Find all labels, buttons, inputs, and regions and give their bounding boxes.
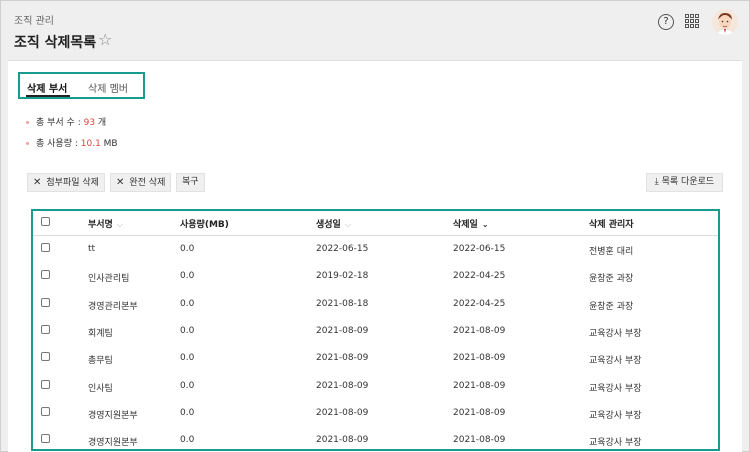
table-row[interactable]: 경영지원본부 0.0 2021-08-09 2021-08-09 교육강사 부장 — [33, 399, 718, 426]
row-checkbox[interactable] — [41, 352, 50, 362]
cell-deleted: 2022-06-15 — [453, 244, 506, 254]
select-all-checkbox[interactable] — [41, 217, 50, 226]
cell-usage: 0.0 — [180, 435, 195, 446]
column-header-deleted[interactable]: 삭제일 ⌄ — [453, 217, 489, 230]
cell-manager: 교육강사 부장 — [589, 438, 642, 449]
cell-deleted: 2021-08-09 — [453, 353, 506, 364]
usage-stat: 총 사용량 : 10.1 MB — [26, 136, 118, 149]
dept-count-stat: 총 부서 수 : 93 개 — [26, 115, 106, 128]
row-checkbox[interactable] — [41, 324, 50, 334]
page-header: 조직 관리 조직 삭제목록 ☆ ? — [1, 1, 749, 59]
cell-dept: 총무팀 — [88, 356, 113, 367]
cell-usage: 0.0 — [180, 353, 195, 364]
cell-usage: 0.0 — [180, 325, 195, 336]
cell-dept: 인사팀 — [88, 383, 113, 394]
column-header-usage[interactable]: 사용량(MB) — [180, 217, 229, 230]
cell-deleted: 2021-08-09 — [453, 325, 506, 336]
row-checkbox[interactable] — [41, 297, 50, 307]
bullet-icon — [26, 142, 29, 145]
cell-dept: tt — [88, 244, 96, 254]
download-icon: ⤓ — [654, 177, 662, 187]
table-row[interactable]: 회계팀 0.0 2021-08-09 2021-08-09 교육강사 부장 — [33, 317, 718, 344]
cell-created: 2021-08-18 — [316, 298, 369, 309]
apps-grid-icon[interactable] — [685, 14, 699, 28]
row-checkbox[interactable] — [41, 243, 50, 252]
cell-manager: 교육강사 부장 — [589, 356, 642, 367]
close-icon: ✕ — [33, 177, 42, 188]
page-title: 조직 삭제목록 — [14, 35, 97, 51]
tab-bar: 삭제 부서 삭제 멤버 — [18, 72, 145, 99]
cell-deleted: 2021-08-09 — [453, 380, 506, 391]
cell-usage: 0.0 — [180, 298, 195, 309]
main-content: 삭제 부서 삭제 멤버 총 부서 수 : 93 개 총 사용량 : 10.1 M… — [8, 60, 742, 452]
table-row[interactable]: 총무팀 0.0 2021-08-09 2021-08-09 교육강사 부장 — [33, 344, 718, 371]
cell-created: 2021-08-09 — [316, 353, 369, 364]
cell-deleted: 2021-08-09 — [453, 435, 506, 446]
cell-created: 2019-02-18 — [316, 271, 369, 282]
cell-usage: 0.0 — [180, 244, 195, 254]
cell-manager: 전병훈 대리 — [589, 247, 634, 257]
avatar[interactable] — [712, 9, 738, 35]
row-checkbox[interactable] — [41, 270, 50, 280]
avatar-face-icon — [712, 9, 738, 35]
cell-manager: 윤창준 과장 — [589, 274, 634, 285]
row-checkbox[interactable] — [41, 434, 50, 444]
cell-dept: 회계팀 — [88, 328, 113, 339]
table-row[interactable]: 인사팀 0.0 2021-08-09 2021-08-09 교육강사 부장 — [33, 372, 718, 399]
favorite-star-icon[interactable]: ☆ — [98, 32, 112, 48]
delete-attachments-button[interactable]: ✕ 첨부파일 삭제 — [27, 173, 105, 192]
bullet-icon — [26, 121, 29, 124]
row-checkbox[interactable] — [41, 406, 50, 416]
help-icon[interactable]: ? — [658, 14, 674, 30]
cell-dept: 경영관리본부 — [88, 301, 138, 312]
cell-deleted: 2021-08-09 — [453, 407, 506, 418]
column-header-manager[interactable]: 삭제 관리자 — [589, 217, 634, 230]
table-row[interactable]: 인사관리팀 0.0 2019-02-18 2022-04-25 윤창준 과장 — [33, 262, 718, 289]
row-checkbox[interactable] — [41, 379, 50, 389]
restore-button[interactable]: 복구 — [176, 173, 205, 192]
cell-created: 2021-08-09 — [316, 435, 369, 446]
table-row[interactable]: tt 0.0 2022-06-15 2022-06-15 전병훈 대리 — [33, 235, 718, 262]
download-list-button[interactable]: ⤓ 목록 다운로드 — [646, 173, 723, 192]
cell-manager: 교육강사 부장 — [589, 328, 642, 339]
cell-manager: 윤창준 과장 — [589, 301, 634, 312]
cell-created: 2021-08-09 — [316, 407, 369, 418]
cell-dept: 경영지원본부 — [88, 410, 138, 421]
breadcrumb: 조직 관리 — [14, 16, 54, 27]
active-tab-indicator — [26, 95, 70, 97]
cell-created: 2022-06-15 — [316, 244, 369, 254]
table-header: 부서명 ⌵ 사용량(MB) 생성일 ⌵ 삭제일 ⌄ 삭제 관리자 — [33, 211, 718, 236]
cell-created: 2021-08-09 — [316, 325, 369, 336]
delete-complete-button[interactable]: ✕ 완전 삭제 — [110, 173, 172, 192]
column-header-dept[interactable]: 부서명 ⌵ — [88, 217, 123, 230]
chevron-down-icon: ⌵ — [116, 220, 123, 229]
tab-deleted-members[interactable]: 삭제 멤버 — [88, 80, 128, 95]
column-header-created[interactable]: 생성일 ⌵ — [316, 217, 351, 230]
close-icon: ✕ — [116, 177, 125, 188]
table-row[interactable]: 경영관리본부 0.0 2021-08-18 2022-04-25 윤창준 과장 — [33, 290, 718, 317]
app-window: 조직 관리 조직 삭제목록 ☆ ? 삭제 부서 삭제 멤버 총 부서 수: 9… — [0, 0, 750, 452]
cell-usage: 0.0 — [180, 271, 195, 282]
deleted-departments-table: 부서명 ⌵ 사용량(MB) 생성일 ⌵ 삭제일 ⌄ 삭제 관리자 tt 0.0 2022-… — [31, 209, 720, 451]
tab-deleted-departments[interactable]: 삭제 부서 — [27, 80, 67, 95]
table-row[interactable]: 경영지원본부 0.0 2021-08-09 2021-08-09 교육강사 부장 — [33, 426, 718, 449]
cell-manager: 교육강사 부장 — [589, 410, 642, 421]
cell-created: 2021-08-09 — [316, 380, 369, 391]
chevron-down-icon: ⌵ — [344, 220, 351, 229]
cell-deleted: 2022-04-25 — [453, 298, 506, 309]
cell-usage: 0.0 — [180, 407, 195, 418]
cell-deleted: 2022-04-25 — [453, 271, 506, 282]
cell-dept: 경영지원본부 — [88, 438, 138, 449]
cell-usage: 0.0 — [180, 380, 195, 391]
cell-dept: 인사관리팀 — [88, 274, 130, 285]
cell-manager: 교육강사 부장 — [589, 383, 642, 394]
chevron-down-icon: ⌄ — [481, 220, 489, 229]
